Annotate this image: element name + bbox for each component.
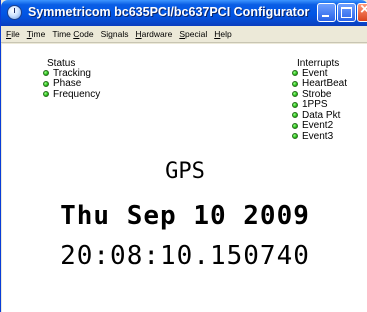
led-icon bbox=[43, 91, 49, 98]
menu-time[interactable]: Time bbox=[24, 29, 50, 39]
led-icon bbox=[292, 133, 298, 140]
status-indicator-tracking: Tracking bbox=[43, 68, 100, 79]
maximize-button[interactable] bbox=[337, 3, 356, 22]
led-icon bbox=[292, 80, 298, 87]
led-icon bbox=[292, 70, 298, 77]
led-icon bbox=[292, 112, 298, 119]
led-icon bbox=[292, 91, 298, 98]
minimize-button[interactable] bbox=[317, 3, 336, 22]
menu-help[interactable]: Help bbox=[211, 29, 235, 39]
interrupt-indicator-event2: Event2 bbox=[292, 120, 347, 131]
close-button[interactable] bbox=[357, 1, 367, 22]
menu-hardware[interactable]: Hardware bbox=[132, 29, 176, 39]
title-bar[interactable]: Symmetricom bc635PCI/bc637PCI Configurat… bbox=[1, 0, 367, 26]
interrupt-indicator-event3: Event3 bbox=[292, 131, 347, 142]
led-icon bbox=[292, 122, 298, 129]
status-indicator-phase: Phase bbox=[43, 78, 100, 89]
menu-bar: File Time Time Code Signals Hardware Spe… bbox=[1, 26, 367, 43]
client-area: Status Tracking Phase Frequency Interrup… bbox=[2, 44, 367, 312]
interrupt-indicator-strobe: Strobe bbox=[292, 89, 347, 100]
led-icon bbox=[292, 101, 298, 108]
status-indicator-frequency: Frequency bbox=[43, 89, 100, 100]
led-icon bbox=[43, 70, 49, 77]
status-indicators: Tracking Phase Frequency bbox=[43, 68, 100, 100]
interrupt-indicator-1pps: 1PPS bbox=[292, 99, 347, 110]
menu-special[interactable]: Special bbox=[176, 29, 211, 39]
interrupt-indicator-data-pkt: Data Pkt bbox=[292, 110, 347, 121]
time-reference-label: GPS bbox=[165, 159, 205, 184]
led-icon bbox=[43, 80, 49, 87]
configurator-window: Symmetricom bc635PCI/bc637PCI Configurat… bbox=[0, 0, 367, 312]
interrupt-indicator-event: Event bbox=[292, 68, 347, 79]
menu-signals[interactable]: Signals bbox=[98, 29, 133, 39]
menu-time-code[interactable]: Time Code bbox=[49, 29, 97, 39]
interrupt-indicators: Event HeartBeat Strobe 1PPS Data Pkt Eve… bbox=[292, 68, 347, 142]
time-display: 20:08:10.150740 bbox=[60, 241, 310, 271]
menu-file[interactable]: File bbox=[3, 29, 24, 39]
date-display: Thu Sep 10 2009 bbox=[60, 201, 310, 231]
interrupt-indicator-heartbeat: HeartBeat bbox=[292, 78, 347, 89]
clock-app-icon[interactable] bbox=[7, 5, 22, 20]
window-title: Symmetricom bc635PCI/bc637PCI Configurat… bbox=[28, 5, 310, 19]
